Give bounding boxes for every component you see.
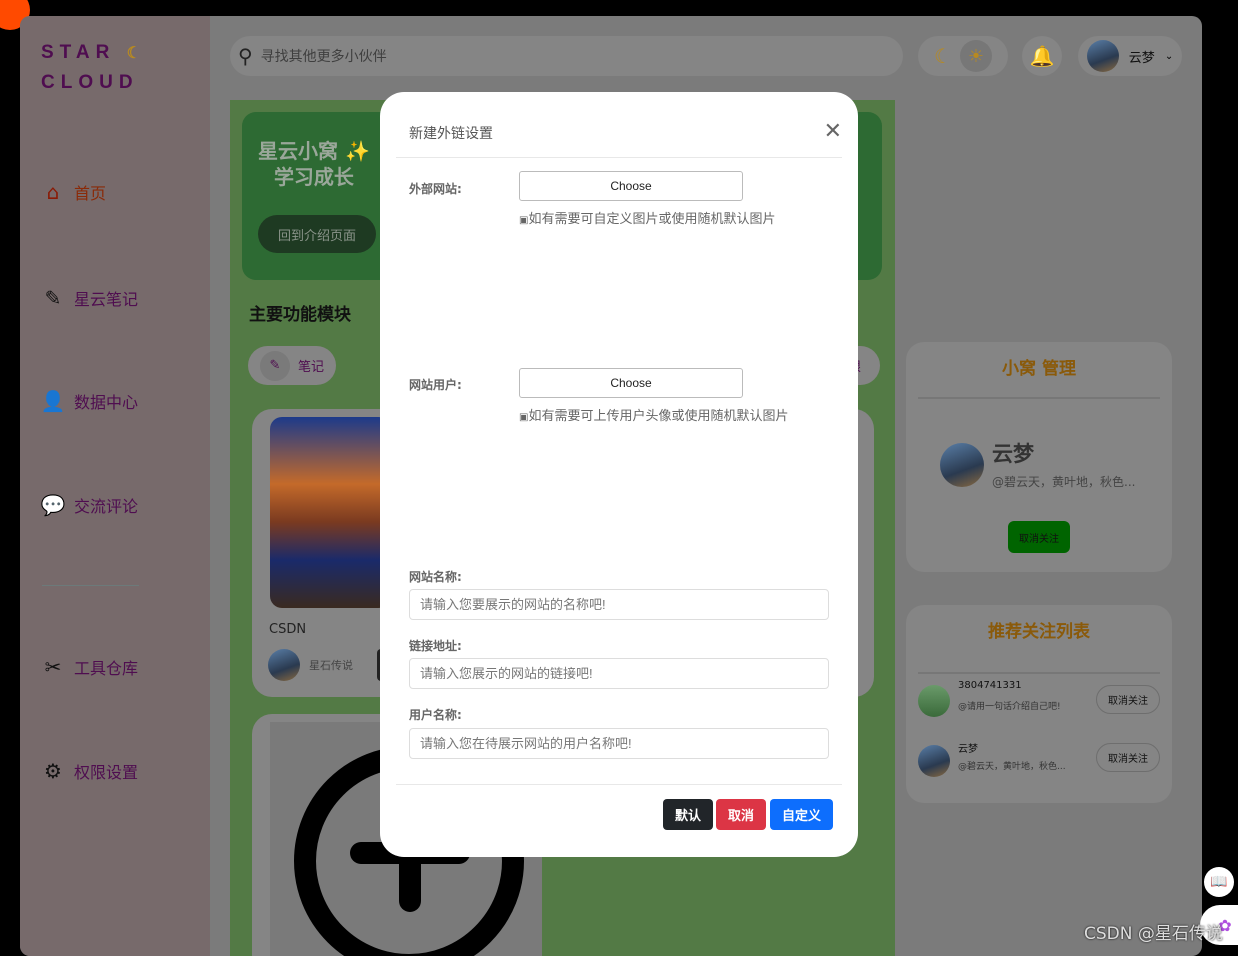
recommend-panel: 推荐关注列表 3804741331 @请用一句话介绍自己吧! 取消关注 云梦 @… (906, 605, 1172, 803)
user-bio: @碧云天，黄叶地，秋色... (958, 762, 1066, 772)
close-icon[interactable]: ✕ (824, 118, 842, 144)
manage-bio: @碧云天，黄叶地，秋色... (992, 475, 1136, 489)
banner-title-line2: 学习成长 (273, 165, 354, 189)
list-item: 3804741331 @请用一句话介绍自己吧! 取消关注 (918, 680, 1160, 719)
sidebar-item-home[interactable]: ⌂ 首页 (40, 180, 106, 204)
tab-notes[interactable]: ✎ 笔记 (248, 346, 336, 385)
avatar (918, 745, 950, 777)
bell-icon: 🔔 (1029, 44, 1055, 68)
logo: STAR ☾ CLOUD (41, 38, 141, 97)
divider (918, 672, 1160, 674)
logo-line2: CLOUD (41, 72, 139, 93)
user-bio: @请用一句话介绍自己吧! (958, 702, 1061, 712)
tab-label: 笔记 (298, 360, 325, 375)
gear-icon: ⚙ (44, 759, 62, 783)
link-label: 链接地址: (409, 639, 462, 653)
comment-icon: 💬 (40, 493, 66, 517)
banner-title-line1: 星云小窝 ✨ (258, 139, 370, 163)
user-image-preview: ▣如有需要可上传用户头像或使用随机默认图片 (519, 405, 788, 424)
sidebar-item-tools[interactable]: ✂ 工具仓库 (40, 655, 138, 679)
unfollow-button[interactable]: 取消关注 (1008, 521, 1070, 553)
pencil-icon: ✎ (44, 286, 62, 310)
logo-line1: STAR (41, 42, 116, 63)
avatar (918, 685, 950, 717)
book-icon: 📖 (1210, 874, 1228, 890)
avatar (940, 443, 984, 487)
avatar (1086, 40, 1119, 72)
sidebar-divider (42, 585, 139, 586)
author-avatar (268, 649, 300, 681)
modal-title: 新建外链设置 (409, 126, 493, 142)
default-button[interactable]: 默认 (663, 799, 714, 830)
sun-icon[interactable]: ☀ (959, 40, 992, 72)
sidebar-item-label: 数据中心 (74, 393, 139, 412)
sidebar: STAR ☾ CLOUD ⌂ 首页 ✎ 星云笔记 👤 数据中心 💬 交流评论 ✂ 工具仓库 … (20, 16, 210, 956)
sidebar-item-notes[interactable]: ✎ 星云笔记 (40, 286, 138, 310)
home-icon: ⌂ (46, 180, 60, 204)
chevron-down-icon: ⌄ (1164, 50, 1174, 62)
new-link-modal: 新建外链设置 ✕ 外部网站: Choose ▣如有需要可自定义图片或使用随机默认… (380, 92, 858, 857)
username-label: 用户名称: (409, 708, 462, 722)
site-name-input[interactable] (409, 589, 829, 620)
pen-icon: ✎ (260, 350, 290, 381)
user-name: 云梦 (958, 744, 978, 755)
card-image (270, 417, 390, 608)
site-label: 外部网站: (409, 182, 462, 196)
sidebar-item-label: 星云笔记 (74, 290, 139, 309)
search-bar: ⚲ (230, 36, 903, 76)
recommend-title: 推荐关注列表 (988, 622, 1090, 642)
site-image-preview: ▣如有需要可自定义图片或使用随机默认图片 (519, 208, 775, 227)
moon-icon[interactable]: ☾ (934, 44, 952, 68)
back-to-intro-button[interactable]: 回到介绍页面 (258, 215, 376, 253)
user-avatar-choose-button[interactable]: Choose (519, 368, 743, 398)
unfollow-button[interactable]: 取消关注 (1096, 743, 1160, 772)
watermark: CSDN @星石传说 (1084, 924, 1223, 944)
site-image-alt: 如有需要可自定义图片或使用随机默认图片 (528, 212, 776, 227)
search-icon: ⚲ (238, 44, 253, 68)
sidebar-item-label: 工具仓库 (74, 659, 139, 678)
username-input[interactable] (409, 728, 829, 759)
user-icon: 👤 (40, 389, 66, 413)
divider (918, 397, 1160, 399)
custom-button[interactable]: 自定义 (770, 799, 834, 830)
notification-button[interactable]: 🔔 (1022, 36, 1062, 76)
sidebar-item-label: 交流评论 (74, 497, 139, 516)
user-name: 3804741331 (958, 680, 1022, 691)
manage-panel: 小窝 管理 云梦 @碧云天，黄叶地，秋色... 取消关注 (906, 342, 1172, 572)
sidebar-item-label: 权限设置 (74, 763, 139, 782)
banner-title: 星云小窝 ✨ 学习成长 (258, 138, 370, 190)
link-input[interactable] (409, 658, 829, 689)
list-item: 云梦 @碧云天，黄叶地，秋色... 取消关注 (918, 743, 1160, 779)
sidebar-item-label: 首页 (74, 184, 107, 203)
username: 云梦 (1128, 50, 1155, 66)
user-image-alt: 如有需要可上传用户头像或使用随机默认图片 (528, 409, 789, 424)
manage-name: 云梦 (992, 442, 1034, 466)
cancel-button[interactable]: 取消 (716, 799, 767, 830)
manage-title: 小窝 管理 (1002, 359, 1076, 379)
card-author: 星石传说 (309, 659, 353, 672)
modal-footer-divider (396, 784, 842, 785)
unfollow-button[interactable]: 取消关注 (1096, 685, 1160, 714)
sidebar-item-data[interactable]: 👤 数据中心 (40, 389, 138, 413)
tools-icon: ✂ (44, 655, 62, 679)
user-menu[interactable]: 云梦 ⌄ (1078, 36, 1182, 76)
theme-toggle[interactable]: ☾ ☀ (918, 36, 1008, 76)
sidebar-item-permissions[interactable]: ⚙ 权限设置 (40, 759, 138, 783)
reader-button[interactable]: 📖 (1204, 867, 1234, 897)
section-title: 主要功能模块 (249, 305, 351, 325)
modal-header: 新建外链设置 ✕ (396, 92, 842, 158)
moon-icon: ☾ (126, 45, 141, 62)
card-title: CSDN (269, 622, 307, 637)
sidebar-item-comments[interactable]: 💬 交流评论 (40, 493, 138, 517)
site-name-label: 网站名称: (409, 570, 462, 584)
user-label: 网站用户: (409, 378, 462, 392)
search-input[interactable] (260, 48, 861, 64)
site-image-choose-button[interactable]: Choose (519, 171, 743, 201)
